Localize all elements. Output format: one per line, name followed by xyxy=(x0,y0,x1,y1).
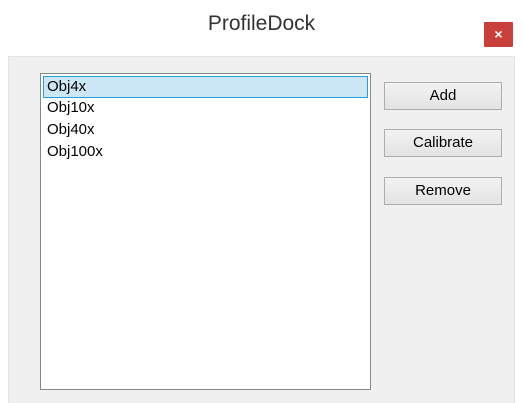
dock-client-area: Obj4x Obj10x Obj40x Obj100x Add Calibrat… xyxy=(8,56,515,403)
list-item-obj40x[interactable]: Obj40x xyxy=(43,120,368,142)
profile-dock-window: ProfileDock × Obj4x Obj10x Obj40x Obj100… xyxy=(0,0,523,403)
profile-listbox[interactable]: Obj4x Obj10x Obj40x Obj100x xyxy=(40,73,371,390)
list-item-obj100x[interactable]: Obj100x xyxy=(43,142,368,164)
title-bar[interactable]: ProfileDock × xyxy=(0,0,523,48)
close-icon: × xyxy=(494,26,503,42)
close-button[interactable]: × xyxy=(484,22,513,47)
remove-button[interactable]: Remove xyxy=(384,177,502,205)
list-item-obj4x[interactable]: Obj4x xyxy=(43,76,368,98)
list-item-obj10x[interactable]: Obj10x xyxy=(43,98,368,120)
calibrate-button[interactable]: Calibrate xyxy=(384,129,502,157)
add-button[interactable]: Add xyxy=(384,82,502,110)
window-title: ProfileDock xyxy=(207,12,316,35)
